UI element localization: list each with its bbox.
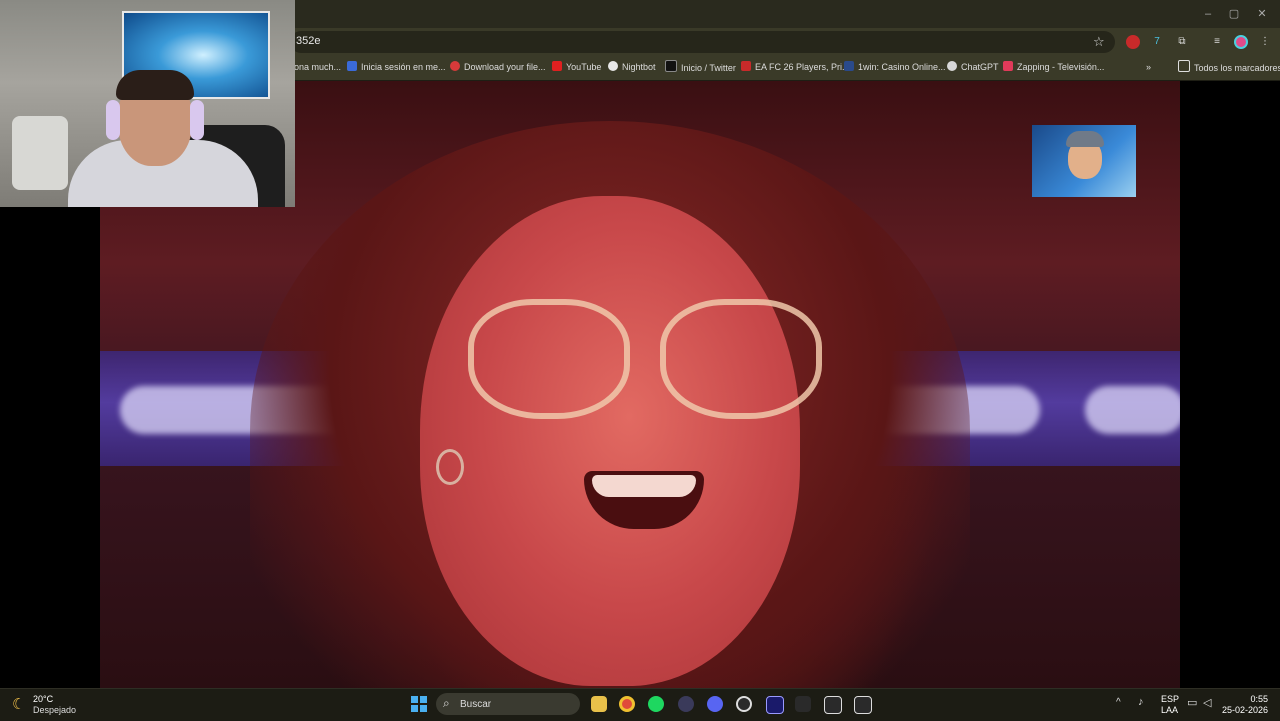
keyboard-layout[interactable]: LAA (1161, 705, 1178, 715)
browser-menu-icon[interactable]: ⋮ (1258, 35, 1272, 49)
discord-icon[interactable] (707, 696, 723, 712)
earring (436, 449, 464, 485)
glasses-right-lens (660, 299, 822, 419)
m-app-icon[interactable] (854, 696, 872, 714)
bookmark-item[interactable]: EA FC 26 Players, Pri... (741, 60, 850, 74)
spotify-icon[interactable] (648, 696, 664, 712)
taskbar (0, 688, 1280, 721)
search-icon: ⌕ (443, 696, 450, 710)
headphones-right (190, 100, 204, 140)
bookmark-chatgpt[interactable]: ChatGPT (947, 60, 999, 74)
premiere-icon[interactable] (766, 696, 784, 714)
chrome-icon[interactable] (619, 696, 635, 712)
bookmark-item[interactable]: Inicia sesión en me... (347, 60, 446, 74)
player-card (12, 116, 68, 190)
all-bookmarks-folder[interactable]: Todos los marcadores (1178, 60, 1280, 74)
media-control-icon[interactable]: ≡ (1210, 35, 1224, 49)
bookmark-item[interactable]: Zapping - Televisión... (1003, 60, 1104, 74)
weather-temp[interactable]: 20°C (33, 694, 53, 704)
clock-date[interactable]: 25-02-2026 (1214, 705, 1268, 715)
address-bar[interactable] (290, 31, 1115, 53)
moon-weather-icon[interactable]: ☾ (12, 695, 25, 713)
volume-icon[interactable]: ◁ (1203, 696, 1211, 709)
headphones-left (106, 100, 120, 140)
start-button[interactable] (411, 696, 427, 712)
file-explorer-icon[interactable] (591, 696, 607, 712)
bookmark-nightbot[interactable]: Nightbot (608, 60, 656, 74)
extensions-puzzle-icon[interactable]: ⧉ (1175, 35, 1189, 49)
language-indicator[interactable]: ESP (1161, 694, 1179, 704)
maximize-button[interactable]: ▢ (1222, 6, 1246, 22)
bookmark-item[interactable]: 1win: Casino Online... (844, 60, 946, 74)
close-button[interactable]: ✕ (1250, 6, 1274, 22)
m-app-icon[interactable] (824, 696, 842, 714)
microphone-icon[interactable]: ♪ (1138, 696, 1144, 708)
taskbar-search-box[interactable] (436, 693, 580, 715)
bookmark-youtube[interactable]: YouTube (552, 60, 601, 74)
more-bookmarks-icon[interactable]: » (1146, 60, 1151, 74)
chevron-up-icon[interactable]: ^ (1116, 697, 1121, 708)
minimize-button[interactable]: – (1196, 6, 1220, 22)
address-bar-url[interactable]: 352e (296, 35, 320, 47)
glasses-left-lens (468, 299, 630, 419)
extension-red-icon[interactable] (1126, 35, 1140, 49)
search-placeholder[interactable]: Buscar (460, 699, 491, 710)
weather-condition[interactable]: Despejado (33, 705, 76, 715)
obs-icon[interactable] (736, 696, 752, 712)
profile-avatar[interactable] (1234, 35, 1248, 49)
clock-time[interactable]: 0:55 (1220, 694, 1268, 704)
video-person-face (420, 196, 800, 686)
webcam-overlay (0, 0, 295, 207)
network-icon[interactable]: ▭ (1187, 696, 1197, 709)
aurora-icon[interactable] (795, 696, 811, 712)
pip-streamer-image (1032, 125, 1136, 197)
bookmark-item[interactable]: ona much... (294, 60, 341, 74)
bookmark-star-icon[interactable]: ☆ (1093, 34, 1105, 50)
app-icon[interactable] (678, 696, 694, 712)
extension-translate-icon[interactable]: 7 (1150, 35, 1164, 49)
bookmark-twitter[interactable]: Inicio / Twitter (665, 60, 736, 74)
bookmark-item[interactable]: Download your file... (450, 60, 546, 74)
